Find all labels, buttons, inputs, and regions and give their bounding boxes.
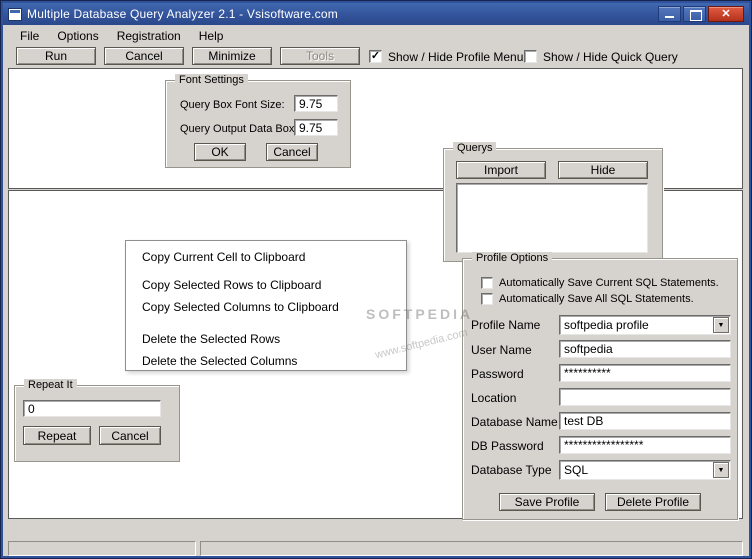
query-output-data-box-label: Query Output Data Box: (180, 123, 298, 135)
auto-save-all-sql-checkbox[interactable] (481, 293, 493, 305)
profile-name-select[interactable]: softpedia profile ▼ (559, 315, 731, 335)
status-panel-right (200, 541, 743, 556)
auto-save-current-sql-checkbox[interactable] (481, 277, 493, 289)
context-menu-item-copy-current-cell[interactable]: Copy Current Cell to Clipboard (126, 246, 406, 268)
location-field[interactable] (559, 388, 731, 406)
minimize-window-button[interactable] (658, 6, 681, 22)
context-menu-item-delete-selected-columns[interactable]: Delete the Selected Columns (126, 350, 406, 372)
check-icon: ✓ (370, 50, 381, 62)
database-type-value: SQL (564, 463, 589, 477)
auto-save-current-sql-label: Automatically Save Current SQL Statement… (499, 277, 719, 289)
querys-group: Querys Import Hide (443, 142, 663, 262)
query-box-font-size-label: Query Box Font Size: (180, 99, 285, 111)
close-window-button[interactable]: ✕ (708, 6, 744, 22)
profile-options-title: Profile Options (472, 252, 553, 264)
password-label: Password (471, 367, 524, 381)
save-profile-button[interactable]: Save Profile (499, 493, 595, 511)
querys-listbox[interactable] (456, 183, 648, 253)
db-password-field[interactable] (559, 436, 731, 454)
hide-button[interactable]: Hide (558, 161, 648, 179)
password-field[interactable] (559, 364, 731, 382)
chevron-down-icon[interactable]: ▼ (713, 462, 729, 478)
profile-name-label: Profile Name (471, 318, 541, 332)
profile-options-group: Profile Options Automatically Save Curre… (462, 252, 738, 520)
context-menu-item-copy-selected-columns[interactable]: Copy Selected Columns to Clipboard (126, 296, 406, 318)
import-button[interactable]: Import (456, 161, 546, 179)
title-bar[interactable]: Multiple Database Query Analyzer 2.1 - V… (3, 3, 749, 25)
show-hide-profile-menu-checkbox[interactable]: ✓ (369, 50, 382, 63)
app-window: Multiple Database Query Analyzer 2.1 - V… (0, 0, 752, 559)
db-password-label: DB Password (471, 439, 544, 453)
show-hide-quick-query-label: Show / Hide Quick Query (543, 50, 678, 64)
run-button[interactable]: Run (16, 47, 96, 65)
show-hide-quick-query-checkbox[interactable] (524, 50, 537, 63)
context-menu-item-delete-selected-rows[interactable]: Delete the Selected Rows (126, 328, 406, 350)
repeat-cancel-button[interactable]: Cancel (99, 426, 161, 445)
profile-name-value: softpedia profile (564, 318, 649, 332)
querys-title: Querys (453, 142, 497, 154)
font-settings-group: Font Settings Query Box Font Size: Query… (165, 74, 351, 168)
menu-bar: File Options Registration Help (3, 25, 749, 46)
window-title: Multiple Database Query Analyzer 2.1 - V… (27, 7, 338, 21)
query-box-font-size-field[interactable] (294, 95, 338, 112)
menu-file[interactable]: File (11, 27, 48, 45)
database-name-field[interactable] (559, 412, 731, 430)
cancel-button[interactable]: Cancel (104, 47, 184, 65)
repeat-it-title: Repeat It (24, 379, 77, 391)
tools-button[interactable]: Tools (280, 47, 360, 65)
user-name-label: User Name (471, 343, 532, 357)
font-settings-ok-button[interactable]: OK (194, 143, 246, 161)
menu-registration[interactable]: Registration (108, 27, 190, 45)
query-output-data-box-field[interactable] (294, 119, 338, 136)
menu-help[interactable]: Help (190, 27, 233, 45)
font-settings-title: Font Settings (175, 74, 248, 86)
show-hide-profile-menu-label: Show / Hide Profile Menu (388, 50, 524, 64)
font-settings-cancel-button[interactable]: Cancel (266, 143, 318, 161)
repeat-count-field[interactable] (23, 400, 161, 417)
context-menu: Copy Current Cell to Clipboard Copy Sele… (125, 240, 407, 371)
repeat-it-group: Repeat It Repeat Cancel (14, 379, 180, 462)
location-label: Location (471, 391, 517, 405)
menu-options[interactable]: Options (48, 27, 107, 45)
minimize-app-button[interactable]: Minimize (192, 47, 272, 65)
app-icon (8, 7, 22, 21)
context-menu-item-copy-selected-rows[interactable]: Copy Selected Rows to Clipboard (126, 274, 406, 296)
maximize-window-button[interactable] (683, 6, 706, 22)
window-controls: ✕ (658, 6, 749, 22)
close-icon: ✕ (721, 8, 731, 20)
database-type-select[interactable]: SQL ▼ (559, 460, 731, 480)
delete-profile-button[interactable]: Delete Profile (605, 493, 701, 511)
repeat-button[interactable]: Repeat (23, 426, 91, 445)
database-name-label: Database Name (471, 415, 558, 429)
user-name-field[interactable] (559, 340, 731, 358)
auto-save-all-sql-label: Automatically Save All SQL Statements. (499, 293, 694, 305)
chevron-down-icon[interactable]: ▼ (713, 317, 729, 333)
status-panel-left (8, 541, 196, 556)
database-type-label: Database Type (471, 463, 552, 477)
